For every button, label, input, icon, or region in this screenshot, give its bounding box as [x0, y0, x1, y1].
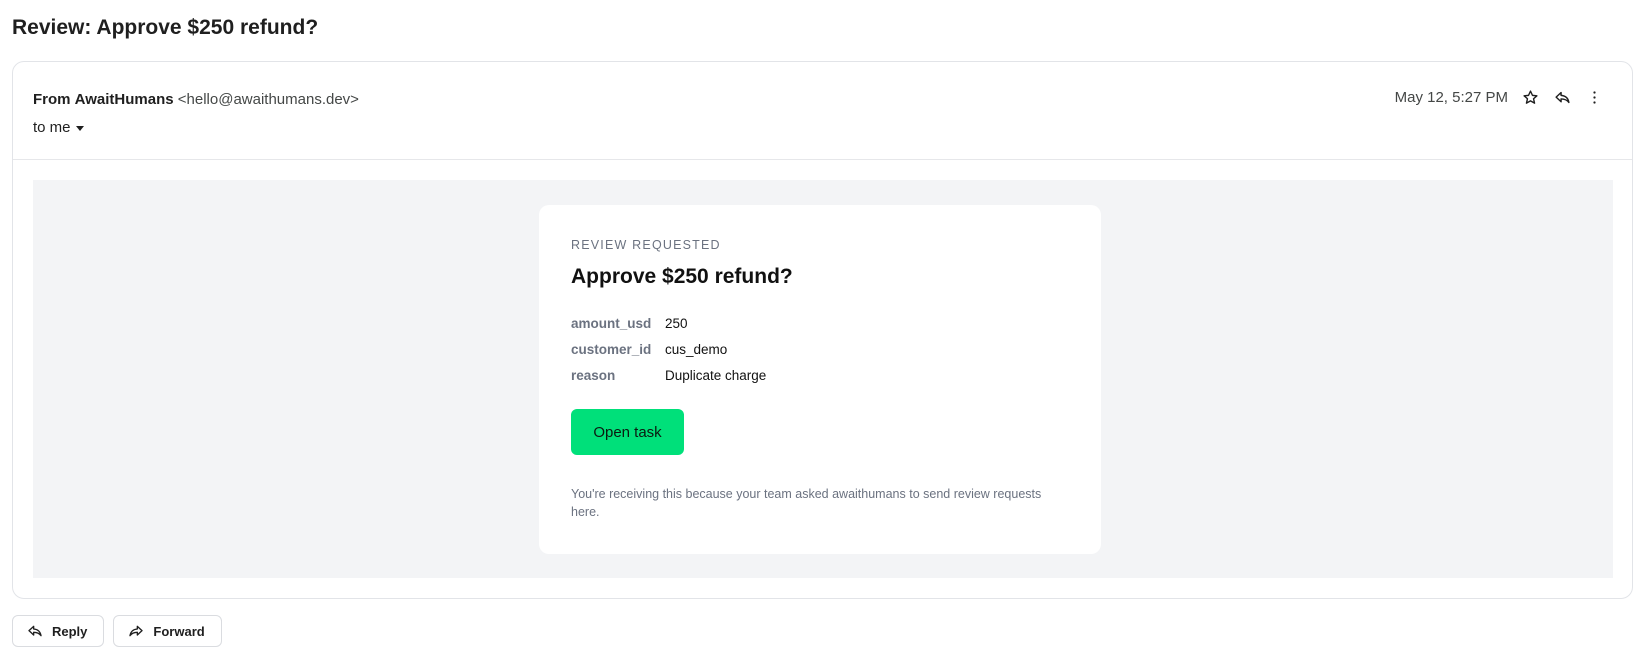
to-label: to me: [33, 119, 71, 136]
field-value: 250: [665, 315, 688, 331]
review-fields: amount_usd 250 customer_id cus_demo reas…: [571, 310, 766, 388]
open-task-button[interactable]: Open task: [571, 409, 684, 455]
from-prefix: From: [33, 91, 71, 108]
field-value: cus_demo: [665, 341, 728, 357]
email-date: May 12, 5:27 PM: [1394, 88, 1508, 106]
forward-icon: [129, 625, 144, 637]
forward-label: Forward: [153, 623, 205, 639]
field-row: amount_usd 250: [571, 310, 766, 336]
reply-icon: [28, 625, 42, 637]
forward-button[interactable]: Forward: [113, 615, 222, 647]
reply-icon[interactable]: [1546, 84, 1578, 110]
star-icon[interactable]: [1514, 84, 1546, 110]
sender-name[interactable]: AwaitHumans: [75, 91, 174, 108]
email-header: From AwaitHumans <hello@awaithumans.dev>…: [13, 62, 1632, 160]
reply-label: Reply: [52, 623, 88, 639]
field-key: amount_usd: [571, 315, 652, 331]
caret-down-icon: [75, 125, 84, 131]
field-row: reason Duplicate charge: [571, 362, 766, 388]
recipients-dropdown[interactable]: to me: [33, 119, 84, 136]
review-title: Approve $250 refund?: [571, 265, 793, 288]
email-subject: Review: Approve $250 refund?: [12, 16, 319, 39]
email-body: REVIEW REQUESTED Approve $250 refund? am…: [33, 180, 1613, 578]
email-message: From AwaitHumans <hello@awaithumans.dev>…: [12, 61, 1633, 599]
review-card: REVIEW REQUESTED Approve $250 refund? am…: [539, 205, 1101, 554]
review-eyebrow: REVIEW REQUESTED: [571, 238, 721, 252]
from-line: From AwaitHumans <hello@awaithumans.dev>: [33, 91, 359, 108]
reply-button[interactable]: Reply: [12, 615, 105, 647]
sender-email[interactable]: <hello@awaithumans.dev>: [178, 91, 359, 108]
more-vert-icon[interactable]: [1578, 84, 1610, 110]
field-value: Duplicate charge: [665, 367, 767, 383]
field-key: reason: [571, 367, 616, 383]
field-key: customer_id: [571, 341, 652, 357]
email-footnote: You're receiving this because your team …: [571, 487, 1042, 519]
message-actions: Reply Forward: [12, 615, 222, 647]
header-actions: May 12, 5:27 PM: [1395, 84, 1610, 110]
field-row: customer_id cus_demo: [571, 336, 766, 362]
